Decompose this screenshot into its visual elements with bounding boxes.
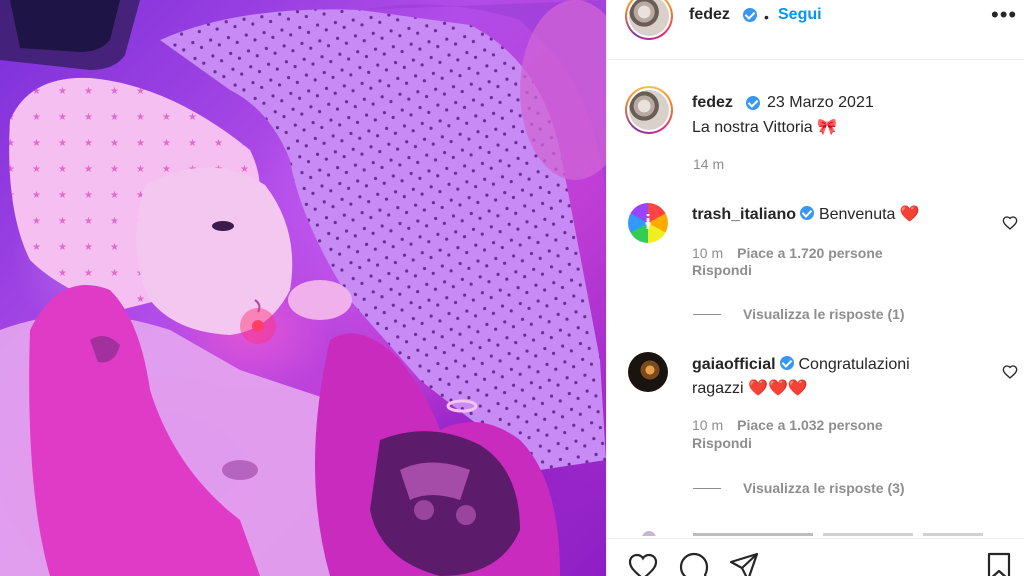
- caption-time[interactable]: 14 m: [693, 156, 724, 172]
- post-photo[interactable]: ★: [0, 0, 606, 576]
- caption-author-avatar[interactable]: [625, 86, 673, 134]
- comment-2-username[interactable]: gaiaofficial: [692, 356, 776, 373]
- verified-badge-icon: [746, 96, 760, 110]
- comment-1-meta: 10 m Piace a 1.720 persone: [692, 245, 883, 261]
- photo-illustration: ★: [0, 0, 606, 576]
- like-icon[interactable]: [627, 551, 659, 576]
- caption-text: La nostra Vittoria 🎀: [692, 119, 838, 136]
- caption-date: 23 Marzo 2021: [767, 94, 874, 111]
- comment-2-likes[interactable]: Piace a 1.032 persone: [737, 417, 883, 433]
- comment-2-view-replies-button[interactable]: Visualizza le risposte (3): [743, 480, 905, 496]
- comment-1-text: Benvenuta ❤️: [818, 206, 920, 223]
- share-icon[interactable]: [728, 551, 760, 576]
- save-icon[interactable]: [983, 551, 1015, 576]
- person-icon: ɨ: [645, 212, 651, 234]
- author-avatar[interactable]: [625, 0, 673, 40]
- post-side-panel: fedez • Segui ••• fedez 23 Marzo 2021 La…: [607, 0, 1024, 576]
- verified-badge-icon: [800, 206, 815, 220]
- comment-avatar-gaiaofficial[interactable]: [628, 352, 668, 392]
- comment-2-text-continued: ragazzi ❤️❤️❤️: [692, 380, 808, 397]
- comment-icon[interactable]: [678, 551, 710, 576]
- comment-1-like-heart-icon[interactable]: [1002, 215, 1018, 231]
- comment-avatar-trash-italiano[interactable]: ɨ: [628, 203, 668, 243]
- comment-2-time[interactable]: 10 m: [692, 417, 723, 433]
- comment-2-like-heart-icon[interactable]: [1002, 364, 1018, 380]
- verified-badge-icon: [780, 356, 795, 370]
- replies-divider: [693, 314, 721, 315]
- replies-divider: [693, 488, 721, 489]
- comment-2-meta: 10 m Piace a 1.032 persone: [692, 417, 883, 433]
- separator-dot: •: [764, 9, 769, 25]
- comment-2-reply-button[interactable]: Rispondi: [692, 435, 752, 451]
- comment-1-username[interactable]: trash_italiano: [692, 206, 796, 223]
- comment-1-reply-button[interactable]: Rispondi: [692, 262, 752, 278]
- verified-badge-icon: [743, 8, 757, 22]
- caption-author-username[interactable]: fedez: [692, 94, 733, 112]
- post-header: fedez • Segui •••: [607, 0, 1024, 60]
- more-options-icon[interactable]: •••: [991, 4, 1017, 26]
- action-bar: [607, 538, 1024, 576]
- comment-1-time[interactable]: 10 m: [692, 245, 723, 261]
- comment-1-line: trash_italiano Benvenuta ❤️: [692, 204, 920, 226]
- author-username[interactable]: fedez: [689, 6, 730, 24]
- comment-1-likes[interactable]: Piace a 1.720 persone: [737, 245, 883, 261]
- follow-button[interactable]: Segui: [778, 6, 822, 24]
- comment-1-view-replies-button[interactable]: Visualizza le risposte (1): [743, 306, 905, 322]
- comment-2-line: gaiaofficial Congratulazioni: [692, 354, 992, 376]
- comment-2-text: Congratulazioni: [798, 356, 910, 373]
- next-comment-partial: [642, 531, 983, 536]
